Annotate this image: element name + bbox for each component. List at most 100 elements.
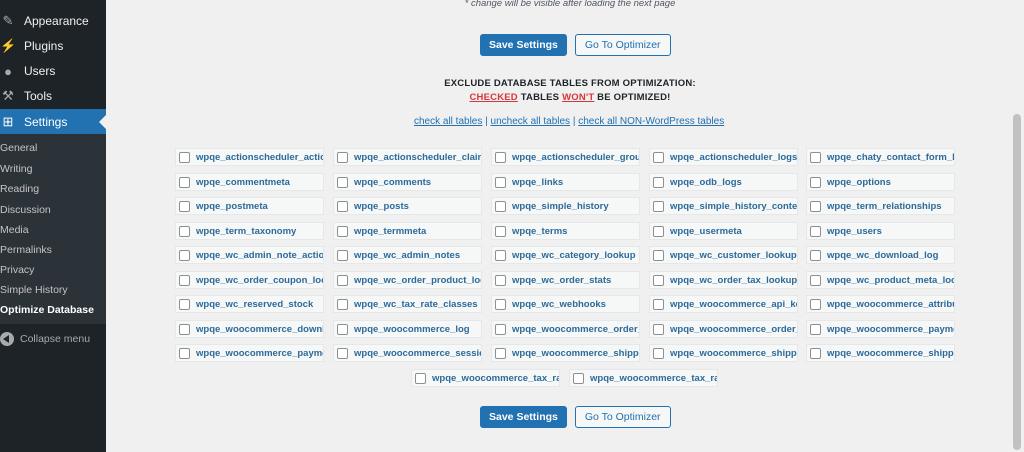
- exclude-table-checkbox[interactable]: [653, 225, 664, 237]
- exclude-table-checkbox[interactable]: [810, 151, 821, 163]
- scrollbar-thumb[interactable]: [1013, 114, 1021, 450]
- table-exclude-option[interactable]: wpqe_woocommerce_attribute_taxonomies: [806, 295, 955, 313]
- table-exclude-option[interactable]: wpqe_woocommerce_order_items: [649, 320, 798, 338]
- exclude-table-checkbox[interactable]: [337, 323, 348, 335]
- exclude-table-checkbox[interactable]: [495, 176, 506, 188]
- table-exclude-option[interactable]: wpqe_simple_history: [491, 197, 640, 215]
- table-exclude-option[interactable]: wpqe_wc_tax_rate_classes: [333, 295, 482, 313]
- exclude-table-checkbox[interactable]: [337, 298, 348, 310]
- table-exclude-option[interactable]: wpqe_comments: [333, 173, 482, 191]
- table-exclude-option[interactable]: wpqe_actionscheduler_groups: [491, 148, 640, 166]
- exclude-table-checkbox[interactable]: [337, 274, 348, 286]
- submenu-item-media[interactable]: Media: [0, 221, 29, 239]
- submenu-item-optimize-database[interactable]: Optimize Database: [0, 301, 94, 319]
- table-exclude-option[interactable]: wpqe_options: [806, 173, 955, 191]
- table-exclude-option[interactable]: wpqe_woocommerce_shipping_zone_locations: [491, 344, 640, 362]
- table-exclude-option[interactable]: wpqe_simple_history_contexts: [649, 197, 798, 215]
- exclude-table-checkbox[interactable]: [495, 298, 506, 310]
- table-exclude-option[interactable]: wpqe_woocommerce_api_keys: [649, 295, 798, 313]
- go-to-optimizer-button[interactable]: Go To Optimizer: [574, 34, 671, 56]
- exclude-table-checkbox[interactable]: [810, 323, 821, 335]
- exclude-table-checkbox[interactable]: [810, 347, 821, 359]
- exclude-table-checkbox[interactable]: [179, 298, 190, 310]
- exclude-table-checkbox[interactable]: [653, 274, 664, 286]
- check-all-tables-link[interactable]: check all tables: [414, 116, 482, 127]
- table-exclude-option[interactable]: wpqe_wc_download_log: [806, 246, 955, 264]
- submenu-item-privacy[interactable]: Privacy: [0, 261, 34, 279]
- collapse-menu-button[interactable]: Collapse menu: [0, 330, 90, 348]
- exclude-table-checkbox[interactable]: [415, 372, 426, 384]
- table-exclude-option[interactable]: wpqe_actionscheduler_claims: [333, 148, 482, 166]
- table-exclude-option[interactable]: wpqe_terms: [491, 222, 640, 240]
- exclude-table-checkbox[interactable]: [653, 200, 664, 212]
- table-exclude-option[interactable]: wpqe_wc_admin_notes: [333, 246, 482, 264]
- exclude-table-checkbox[interactable]: [810, 274, 821, 286]
- exclude-table-checkbox[interactable]: [495, 323, 506, 335]
- table-exclude-option[interactable]: wpqe_actionscheduler_actions: [175, 148, 324, 166]
- table-exclude-option[interactable]: wpqe_postmeta: [175, 197, 324, 215]
- exclude-table-checkbox[interactable]: [495, 225, 506, 237]
- menu-item-appearance[interactable]: ✎ Appearance: [0, 9, 106, 33]
- table-exclude-option[interactable]: wpqe_links: [491, 173, 640, 191]
- table-exclude-option[interactable]: wpqe_actionscheduler_logs: [649, 148, 798, 166]
- exclude-table-checkbox[interactable]: [337, 151, 348, 163]
- uncheck-all-tables-link[interactable]: uncheck all tables: [491, 116, 571, 127]
- exclude-table-checkbox[interactable]: [179, 274, 190, 286]
- exclude-table-checkbox[interactable]: [653, 151, 664, 163]
- menu-item-plugins[interactable]: ⚡ Plugins: [0, 34, 106, 58]
- exclude-table-checkbox[interactable]: [337, 176, 348, 188]
- submenu-item-simple-history[interactable]: Simple History: [0, 281, 68, 299]
- exclude-table-checkbox[interactable]: [810, 298, 821, 310]
- table-exclude-option[interactable]: wpqe_wc_customer_lookup: [649, 246, 798, 264]
- exclude-table-checkbox[interactable]: [179, 347, 190, 359]
- menu-item-tools[interactable]: ⚒ Tools: [0, 84, 106, 108]
- table-exclude-option[interactable]: wpqe_wc_order_stats: [491, 271, 640, 289]
- go-to-optimizer-button[interactable]: Go To Optimizer: [574, 406, 671, 428]
- table-exclude-option[interactable]: wpqe_woocommerce_log: [333, 320, 482, 338]
- table-exclude-option[interactable]: wpqe_termmeta: [333, 222, 482, 240]
- exclude-table-checkbox[interactable]: [495, 200, 506, 212]
- exclude-table-checkbox[interactable]: [179, 151, 190, 163]
- table-exclude-option[interactable]: wpqe_wc_reserved_stock: [175, 295, 324, 313]
- submenu-item-discussion[interactable]: Discussion: [0, 201, 51, 219]
- table-exclude-option[interactable]: wpqe_woocommerce_order_itemmeta: [491, 320, 640, 338]
- table-exclude-option[interactable]: wpqe_usermeta: [649, 222, 798, 240]
- table-exclude-option[interactable]: wpqe_wc_product_meta_lookup: [806, 271, 955, 289]
- submenu-item-writing[interactable]: Writing: [0, 160, 32, 178]
- exclude-table-checkbox[interactable]: [337, 225, 348, 237]
- exclude-table-checkbox[interactable]: [653, 323, 664, 335]
- table-exclude-option[interactable]: wpqe_wc_webhooks: [491, 295, 640, 313]
- table-exclude-option[interactable]: wpqe_woocommerce_tax_rates: [569, 369, 718, 387]
- save-settings-button[interactable]: Save Settings: [480, 406, 567, 428]
- exclude-table-checkbox[interactable]: [653, 176, 664, 188]
- exclude-table-checkbox[interactable]: [179, 176, 190, 188]
- table-exclude-option[interactable]: wpqe_woocommerce_payment_tokens: [175, 344, 324, 362]
- table-exclude-option[interactable]: wpqe_wc_order_tax_lookup: [649, 271, 798, 289]
- exclude-table-checkbox[interactable]: [337, 249, 348, 261]
- exclude-table-checkbox[interactable]: [179, 225, 190, 237]
- exclude-table-checkbox[interactable]: [653, 249, 664, 261]
- exclude-table-checkbox[interactable]: [337, 200, 348, 212]
- page-scrollbar[interactable]: [1010, 0, 1024, 452]
- table-exclude-option[interactable]: wpqe_wc_category_lookup: [491, 246, 640, 264]
- check-non-wordpress-tables-link[interactable]: check all NON-WordPress tables: [578, 116, 724, 127]
- table-exclude-option[interactable]: wpqe_woocommerce_tax_rate_locations: [411, 369, 560, 387]
- menu-item-users[interactable]: ● Users: [0, 59, 106, 83]
- exclude-table-checkbox[interactable]: [179, 249, 190, 261]
- table-exclude-option[interactable]: wpqe_users: [806, 222, 955, 240]
- submenu-item-reading[interactable]: Reading: [0, 180, 39, 198]
- exclude-table-checkbox[interactable]: [810, 249, 821, 261]
- exclude-table-checkbox[interactable]: [495, 151, 506, 163]
- table-exclude-option[interactable]: wpqe_wc_order_product_lookup: [333, 271, 482, 289]
- exclude-table-checkbox[interactable]: [337, 347, 348, 359]
- exclude-table-checkbox[interactable]: [179, 323, 190, 335]
- exclude-table-checkbox[interactable]: [495, 249, 506, 261]
- exclude-table-checkbox[interactable]: [495, 274, 506, 286]
- table-exclude-option[interactable]: wpqe_woocommerce_payment_tokenmeta: [806, 320, 955, 338]
- exclude-table-checkbox[interactable]: [810, 176, 821, 188]
- table-exclude-option[interactable]: wpqe_term_taxonomy: [175, 222, 324, 240]
- exclude-table-checkbox[interactable]: [810, 225, 821, 237]
- exclude-table-checkbox[interactable]: [653, 298, 664, 310]
- table-exclude-option[interactable]: wpqe_term_relationships: [806, 197, 955, 215]
- table-exclude-option[interactable]: wpqe_wc_admin_note_actions: [175, 246, 324, 264]
